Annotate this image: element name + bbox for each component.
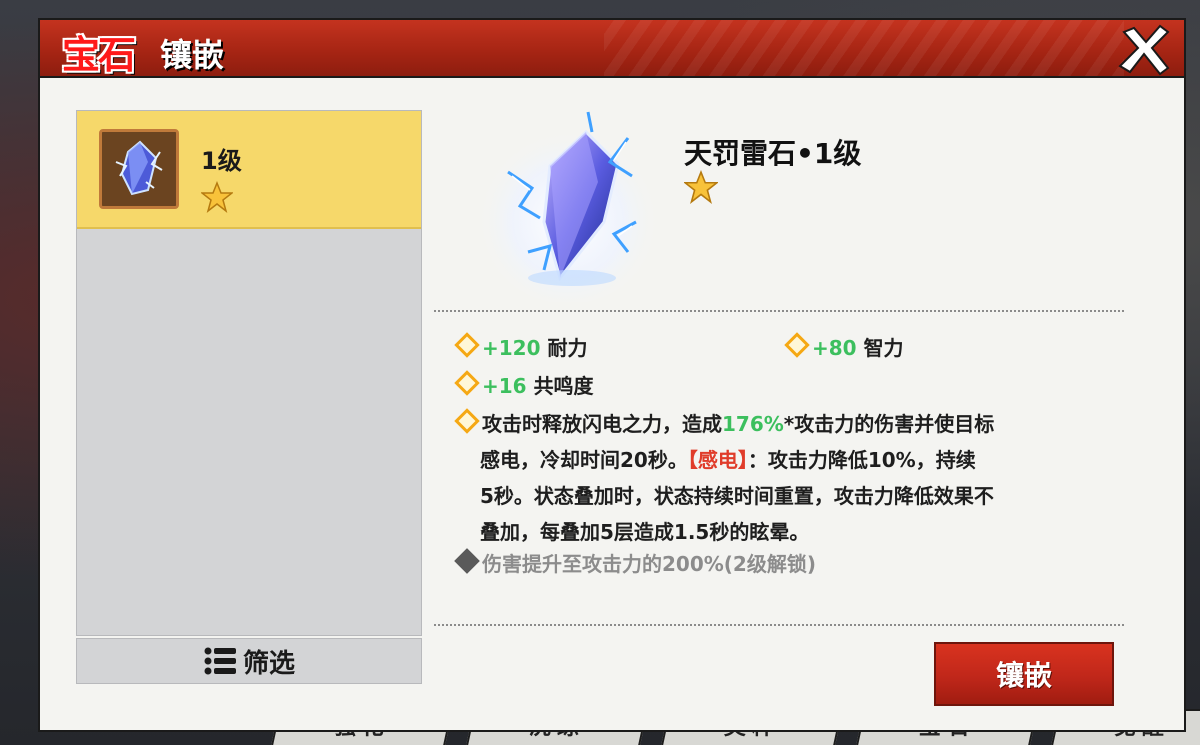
effect-line-4: 叠加，每叠加5层造成1.5秒的眩晕。 <box>480 520 810 544</box>
inlay-button[interactable]: 镶嵌 <box>934 642 1114 706</box>
gem-inlay-dialog: 宝石 镶嵌 1级 筛选 天罚雷石•1级 +120 耐力 +80 智力 +16 共… <box>38 18 1186 732</box>
header-decoration <box>604 20 1124 76</box>
star-icon <box>684 170 718 204</box>
filter-button[interactable]: 筛选 <box>76 638 422 684</box>
dialog-body: 1级 筛选 天罚雷石•1级 +120 耐力 +80 智力 +16 共鸣度 攻击时… <box>38 76 1186 732</box>
gem-effect-description: 攻击时释放闪电之力，造成176%*攻击力的伤害并使目标 感电，冷却时间20秒。【… <box>454 406 1104 550</box>
close-icon <box>1118 24 1170 76</box>
keyword-shock: 【感电】 <box>687 448 748 472</box>
gem-thumbnail <box>99 129 179 209</box>
stat-intellect: +80 智力 <box>784 332 904 361</box>
effect-line-1: 攻击时释放闪电之力，造成176%*攻击力的伤害并使目标 <box>454 406 1104 442</box>
diamond-bullet-icon <box>784 332 810 358</box>
gem-artwork <box>468 102 668 304</box>
effect-line-2: 感电，冷却时间20秒。【感电】：攻击力降低10%，持续 <box>480 448 976 472</box>
close-button[interactable] <box>1116 22 1172 78</box>
diamond-bullet-icon <box>454 332 480 358</box>
inlay-button-label: 镶嵌 <box>995 659 1052 692</box>
gem-item-level: 1级 <box>201 147 242 175</box>
list-filter-icon <box>204 647 236 675</box>
diamond-bullet-icon <box>454 370 480 396</box>
title-inlay: 镶嵌 <box>160 36 225 74</box>
diamond-bullet-icon <box>454 408 480 434</box>
divider <box>434 624 1124 626</box>
divider <box>434 310 1124 312</box>
gem-list-item[interactable]: 1级 <box>77 111 421 229</box>
star-icon <box>201 181 233 213</box>
stat-stamina: +120 耐力 <box>454 332 587 361</box>
gem-name: 天罚雷石•1级 <box>684 137 862 170</box>
gem-list: 1级 <box>76 110 422 636</box>
effect-line-3: 5秒。状态叠加时，状态持续时间重置，攻击力降低效果不 <box>480 484 994 508</box>
filter-label: 筛选 <box>242 648 295 679</box>
thunder-gem-icon <box>476 111 660 304</box>
title-gem: 宝石 <box>62 32 136 77</box>
thunder-gem-icon <box>102 132 176 206</box>
stat-resonance: +16 共鸣度 <box>454 370 594 399</box>
dialog-header: 宝石 镶嵌 <box>38 18 1186 78</box>
locked-effect: 伤害提升至攻击力的200%(2级解锁) <box>454 548 816 577</box>
diamond-bullet-icon <box>454 548 480 574</box>
